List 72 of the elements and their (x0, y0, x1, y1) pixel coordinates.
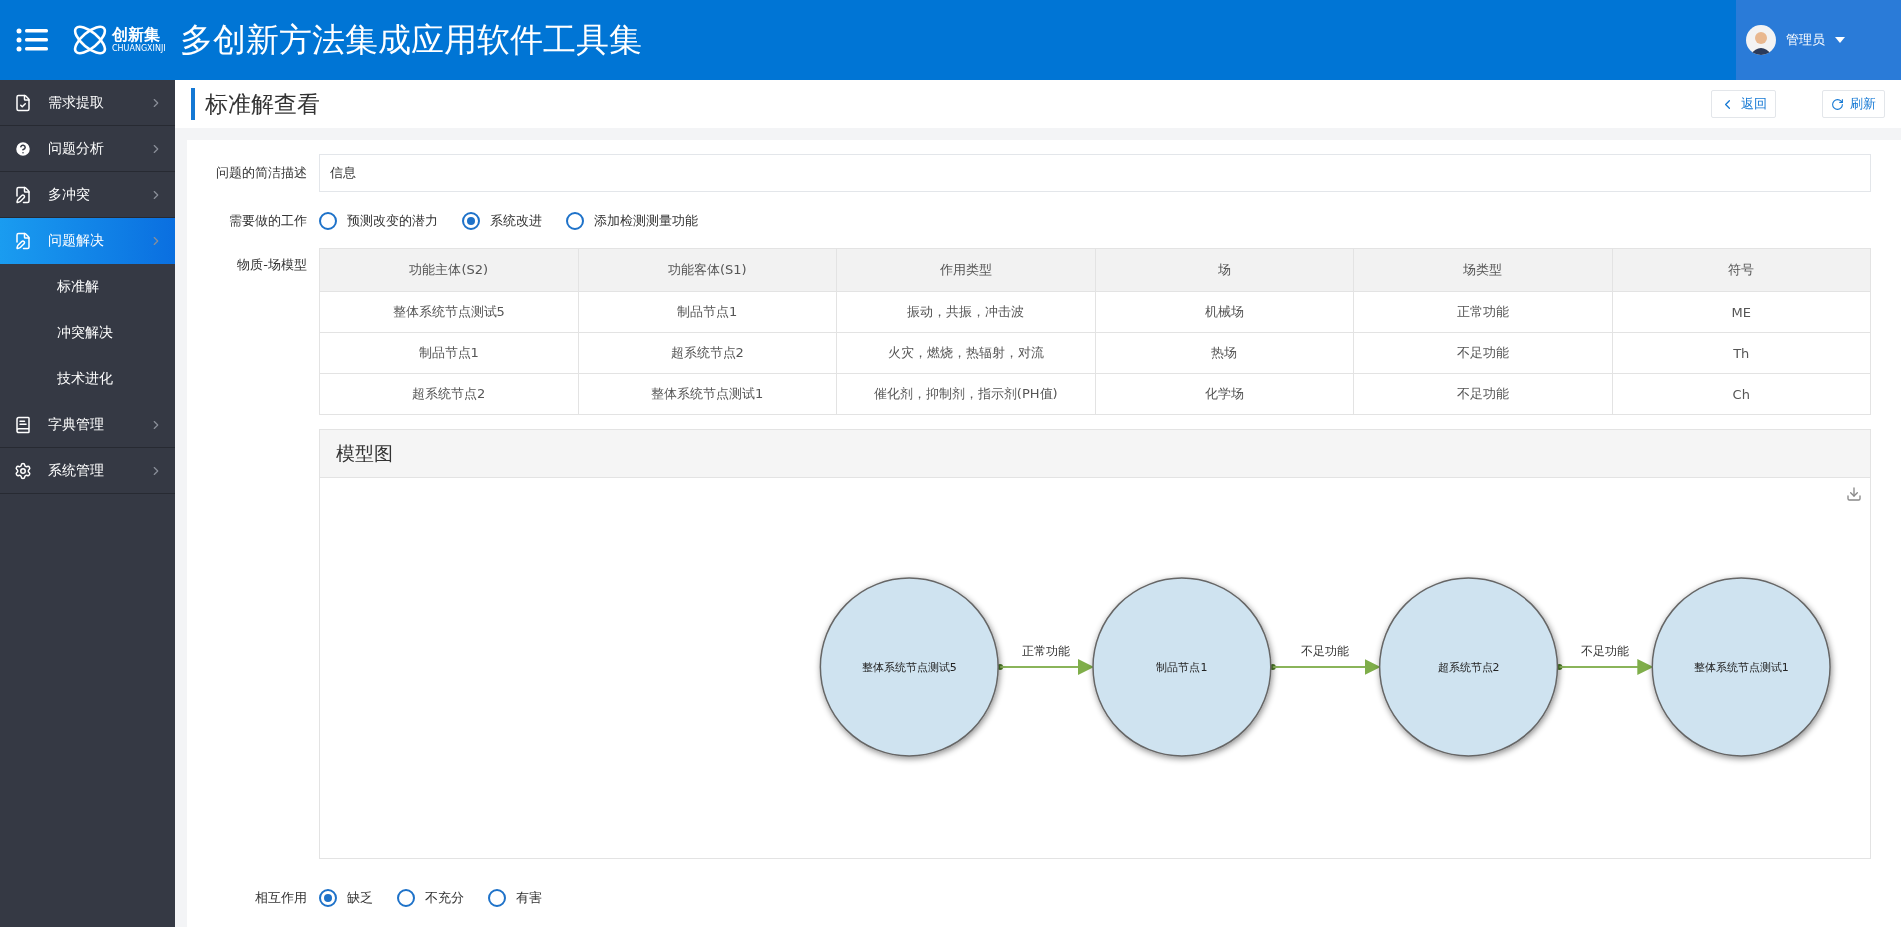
refresh-icon (1831, 97, 1844, 111)
radio-option[interactable]: 添加检测测量功能 (566, 212, 698, 230)
table-cell: 热场 (1095, 332, 1354, 374)
node-label: 超系统节点2 (1437, 661, 1500, 674)
sidebar-subitem[interactable]: 冲突解决 (0, 310, 175, 356)
table-cell: 化学场 (1095, 373, 1354, 415)
table-cell: 超系统节点2 (319, 373, 578, 415)
table-cell: 制品节点1 (319, 332, 578, 374)
sidebar-item[interactable]: 问题解决 (0, 218, 175, 264)
radio-option[interactable]: 缺乏 (319, 889, 373, 907)
settings-icon (14, 461, 32, 480)
table-cell: ME (1612, 291, 1871, 333)
field-label: 相互作用 (254, 889, 308, 907)
node-label: 整体系统节点测试5 (861, 661, 957, 674)
table-cell: 正常功能 (1353, 291, 1612, 333)
page-title: 标准解查看 (191, 88, 1665, 120)
table-cell: 超系统节点2 (578, 332, 837, 374)
column-header: 作用类型 (836, 248, 1095, 292)
avatar-icon (1746, 25, 1776, 55)
table-cell: Ch (1612, 373, 1871, 415)
edge-label: 不足功能 (1580, 644, 1629, 658)
radio-option[interactable]: 系统改进 (462, 212, 542, 230)
edge-label: 不足功能 (1301, 644, 1350, 658)
table-cell: 不足功能 (1353, 373, 1612, 415)
refresh-button[interactable]: 刷新 (1822, 90, 1885, 118)
column-header: 功能主体(S2) (319, 248, 578, 292)
table-cell: 制品节点1 (578, 291, 837, 333)
radio-option[interactable]: 预测改变的潜力 (319, 212, 438, 230)
download-icon[interactable] (1846, 486, 1862, 502)
radio-button[interactable] (319, 212, 337, 230)
checklist-icon (14, 93, 32, 112)
field-label: 物质-场模型 (236, 256, 308, 274)
node-label: 整体系统节点测试1 (1693, 661, 1789, 674)
column-header: 符号 (1612, 248, 1871, 292)
radio-button[interactable] (462, 212, 480, 230)
panel-title: 模型图 (320, 430, 1870, 478)
logo-text: 创新集 (112, 26, 160, 44)
menu-icon[interactable] (16, 28, 48, 52)
field-label: 需要做的工作 (228, 212, 308, 230)
radio-button[interactable] (319, 889, 337, 907)
radio-option[interactable]: 不充分 (397, 889, 464, 907)
app-title: 多创新方法集成应用软件工具集 (179, 18, 643, 61)
column-header: 场类型 (1353, 248, 1612, 292)
table-cell: 催化剂，抑制剂，指示剂(PH值) (836, 373, 1095, 415)
column-header: 场 (1095, 248, 1354, 292)
column-header: 功能客体(S1) (578, 248, 837, 292)
table-cell: 整体系统节点测试5 (319, 291, 578, 333)
table-cell: 火灾，燃烧，热辐射，对流 (836, 332, 1095, 374)
node-label: 制品节点1 (1156, 661, 1208, 674)
sidebar-subitem[interactable]: 标准解 (0, 264, 175, 310)
back-button[interactable]: 返回 (1711, 90, 1776, 118)
document-pen-icon (14, 185, 32, 204)
radio-button[interactable] (488, 889, 506, 907)
book-icon (14, 415, 32, 434)
sidebar-subitem[interactable]: 技术进化 (0, 356, 175, 402)
table-cell: 机械场 (1095, 291, 1354, 333)
table-cell: 不足功能 (1353, 332, 1612, 374)
table-cell: 振动，共振，冲击波 (836, 291, 1095, 333)
table-cell: 整体系统节点测试1 (578, 373, 837, 415)
radio-button[interactable] (566, 212, 584, 230)
question-icon (14, 139, 32, 158)
table-cell: Th (1612, 332, 1871, 374)
edge-label: 正常功能 (1021, 644, 1070, 658)
caret-icon (1835, 37, 1845, 43)
field-label: 问题的简洁描述 (215, 164, 308, 182)
radio-option[interactable]: 有害 (488, 889, 542, 907)
document-pen-icon (14, 231, 32, 250)
logo-subtext: CHUANGXINJI (112, 44, 166, 54)
user-menu[interactable]: 管理员 (1736, 0, 1901, 80)
input-field[interactable]: 信息 (319, 154, 1871, 192)
user-name: 管理员 (1786, 31, 1825, 49)
radio-button[interactable] (397, 889, 415, 907)
